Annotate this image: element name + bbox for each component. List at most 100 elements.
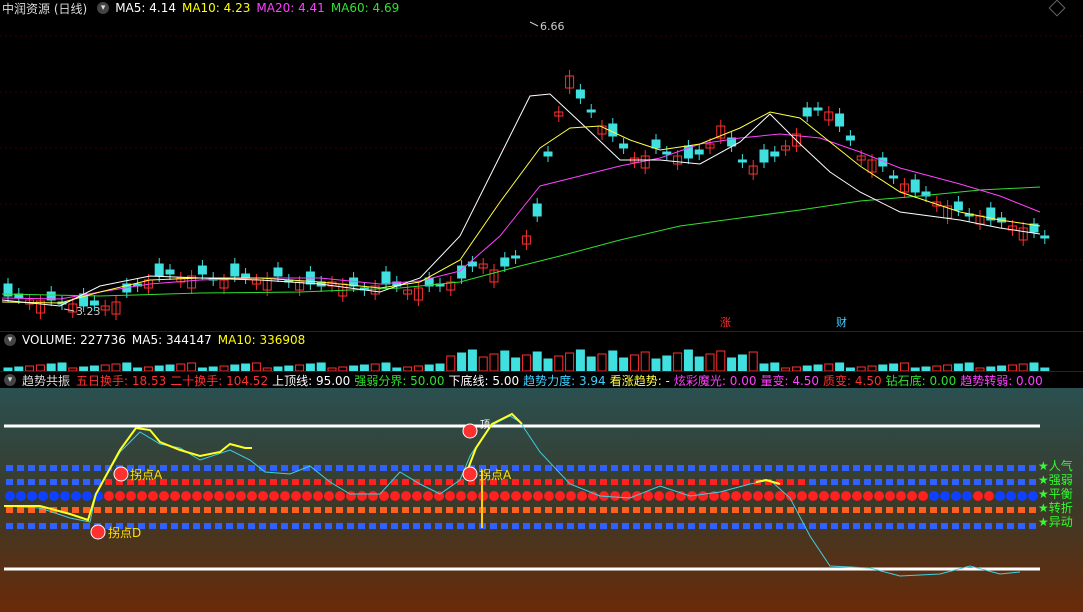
candle-body [802, 107, 812, 117]
turn-point-a2[interactable]: 拐点A [462, 466, 512, 482]
candle-body [651, 139, 661, 149]
signal-dot [71, 491, 81, 501]
signal-dot [952, 507, 959, 513]
volume-settings-icon[interactable]: ▾ [4, 334, 16, 346]
signal-dot [545, 465, 552, 471]
signal-dot [193, 523, 200, 529]
signal-dot [259, 523, 266, 529]
indicator-settings-icon[interactable]: ▾ [4, 374, 16, 386]
signal-dot [357, 491, 367, 501]
signal-dot [248, 465, 255, 471]
event-label-finance[interactable]: 财 [836, 315, 847, 329]
signal-dot [512, 523, 519, 529]
signal-dot [248, 507, 255, 513]
signal-dot [115, 491, 125, 501]
signal-dot [1029, 465, 1036, 471]
signal-dot [248, 523, 255, 529]
candle-body [575, 89, 585, 99]
signal-dot [732, 479, 739, 485]
signal-dot [204, 479, 211, 485]
signal-dot [61, 465, 68, 471]
signal-dot [886, 479, 893, 485]
signal-dot [523, 523, 530, 529]
settings-icon[interactable]: ▾ [97, 2, 110, 14]
signal-dot [589, 523, 596, 529]
signal-dot [269, 491, 279, 501]
legend-item: ★强弱 [1038, 473, 1073, 487]
signal-dot [545, 523, 552, 529]
signal-dot [347, 479, 354, 485]
signal-dot [941, 507, 948, 513]
signal-dot [193, 465, 200, 471]
signal-dot [809, 465, 816, 471]
signal-dot [303, 479, 310, 485]
signal-dot [1029, 523, 1036, 529]
signal-dot [984, 491, 994, 501]
signal-dot [655, 523, 662, 529]
signal-dot [732, 523, 739, 529]
signal-dot [963, 465, 970, 471]
signal-dot [985, 523, 992, 529]
candle-body [154, 263, 164, 277]
signal-dot [765, 507, 772, 513]
signal-dot [445, 491, 455, 501]
low-price-label: 3.23 [76, 305, 101, 318]
signal-dot [985, 465, 992, 471]
signal-dot [610, 491, 620, 501]
event-label-rise[interactable]: 涨 [720, 316, 731, 329]
turn-point-d[interactable]: 拐点D [90, 524, 141, 540]
signal-dot [600, 465, 607, 471]
signal-dot [699, 465, 706, 471]
candle-body [770, 151, 780, 157]
signal-dot [292, 465, 299, 471]
signal-dot [391, 465, 398, 471]
legend-item: ★平衡 [1038, 487, 1073, 501]
signal-dot [314, 507, 321, 513]
signal-dot [182, 479, 189, 485]
signal-dot [281, 465, 288, 471]
signal-dot [369, 523, 376, 529]
signal-dot [291, 491, 301, 501]
signal-dot [226, 479, 233, 485]
candle-body [953, 201, 963, 211]
signal-dot [622, 479, 629, 485]
signal-dot [842, 523, 849, 529]
signal-dot [270, 465, 277, 471]
signal-dot [841, 491, 851, 501]
indicator-item: 量变: 4.50 [760, 373, 820, 388]
signal-dot [435, 507, 442, 513]
signal-dot [335, 491, 345, 501]
signal-dot [611, 523, 618, 529]
signal-dot [611, 507, 618, 513]
volume-bar [511, 357, 521, 371]
legend-item: ★转折 [1038, 500, 1073, 515]
signal-dot [270, 479, 277, 485]
signal-dot [853, 465, 860, 471]
signal-dot [127, 507, 134, 513]
signal-dot [402, 507, 409, 513]
signal-dot [468, 523, 475, 529]
turn-point-a1[interactable]: 拐点A [113, 466, 163, 482]
signal-dot [809, 507, 816, 513]
signal-dot [787, 507, 794, 513]
signal-dot [1007, 507, 1014, 513]
signal-dot [402, 465, 409, 471]
signal-dot [666, 465, 673, 471]
signal-dot [281, 479, 288, 485]
signal-dot [896, 491, 906, 501]
signal-dot [622, 465, 629, 471]
signal-dot [104, 491, 114, 501]
signal-dot [875, 523, 882, 529]
signal-dot [721, 523, 728, 529]
signal-dot [534, 479, 541, 485]
signal-dot [313, 491, 323, 501]
candle-body [910, 179, 920, 193]
signal-dot [391, 507, 398, 513]
signal-dot [105, 507, 112, 513]
signal-dot [347, 465, 354, 471]
signal-dot [391, 479, 398, 485]
signal-dot [852, 491, 862, 501]
signal-dot [38, 491, 48, 501]
volume-bar [727, 357, 737, 371]
signal-dot [996, 507, 1003, 513]
